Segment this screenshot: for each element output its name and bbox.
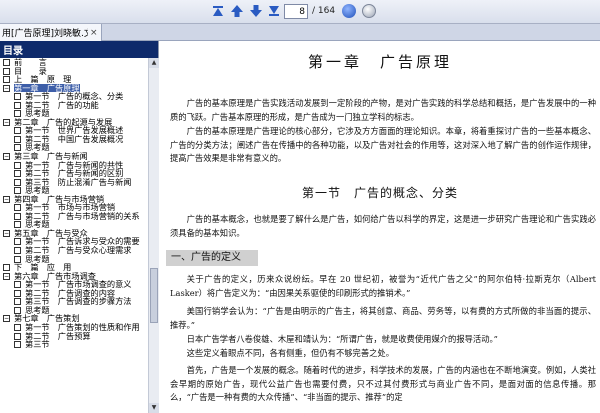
collapse-icon[interactable]: −: [3, 315, 10, 323]
bookmark-node-icon: [14, 341, 21, 349]
bookmark-node-icon: [14, 135, 21, 143]
bookmark-node-icon: [14, 178, 21, 186]
page-total: / 164: [312, 6, 336, 16]
document-tab[interactable]: 用[广告原理]刘晓敏.文... ×: [0, 24, 102, 41]
zoom-icon[interactable]: [362, 4, 376, 18]
bookmark-node-icon: [14, 238, 21, 246]
bookmark-node-icon: [14, 281, 21, 289]
collapse-icon[interactable]: −: [3, 195, 10, 203]
collapse-icon[interactable]: −: [3, 229, 10, 237]
bookmark-node-icon: [14, 247, 21, 255]
pdf-reader-window: / 164 用[广告原理]刘晓敏.文... × 目录 前 言目 录上 篇 原 理…: [0, 0, 600, 413]
last-page-icon[interactable]: [266, 3, 282, 19]
paragraph: 日本广告学者八卷俊雄、木屋和靖认为：“所谓广告，就是收费使用媒介的报导活动。”: [186, 334, 498, 344]
page-number-input[interactable]: [284, 4, 308, 19]
document-page: 第一章 广告原理 广告的基本原理是广告实践活动发展到一定阶段的产物，是对广告实践…: [160, 41, 600, 413]
bookmark-item[interactable]: 第二节 广告与市场营销的关系: [0, 212, 148, 221]
toolbar: / 164: [0, 0, 600, 24]
bookmark-node-icon: [14, 93, 21, 101]
bookmark-node-icon: [3, 67, 10, 75]
scroll-thumb[interactable]: [150, 268, 158, 323]
collapse-icon[interactable]: −: [3, 272, 10, 280]
bookmark-item[interactable]: 第三节 广告调查的步骤方法: [0, 297, 148, 306]
bookmark-node-icon: [14, 323, 21, 331]
paragraph: 美国行销学会认为：“广告是由明示的广告主，将其创意、商品、劳务等，以有费的方式所…: [170, 306, 596, 330]
collapse-icon[interactable]: −: [3, 84, 10, 92]
bookmark-node-icon: [14, 289, 21, 297]
close-icon[interactable]: ×: [90, 28, 98, 38]
bookmark-item-label: 第三节: [25, 339, 58, 350]
bookmark-node-icon: [14, 170, 21, 178]
bookmark-item[interactable]: 第二节 广告的功能: [0, 101, 148, 110]
bookmark-item[interactable]: 第二节 广告与受众心理需求: [0, 246, 148, 255]
next-page-icon[interactable]: [248, 3, 264, 19]
bookmark-node-icon: [14, 212, 21, 220]
bookmark-scrollbar[interactable]: ▲ ▼: [148, 58, 159, 413]
bookmark-node-icon: [14, 127, 21, 135]
paragraph: 广告的基本原理是广告理论的核心部分，它涉及方方面面的理论知识。本章，将着重探讨广…: [170, 126, 596, 164]
bookmark-node-icon: [14, 204, 21, 212]
bookmark-node-icon: [3, 76, 10, 84]
bookmark-panel-header: 目录: [0, 41, 158, 58]
paragraph: 首先，广告是一个发展的概念。随着时代的进步，科学技术的发展，广告的内涵也在不断地…: [170, 365, 596, 403]
bookmark-node-icon: [3, 264, 10, 272]
bookmark-item[interactable]: 第三节: [0, 340, 148, 349]
bookmark-item[interactable]: 第二节 中国广告发展概况: [0, 135, 148, 144]
goto-icon[interactable]: [342, 4, 356, 18]
paragraph: 关于广告的定义，历来众说纷纭。早在 20 世纪初，被誉为“近代广告之父”的阿尔伯…: [170, 274, 600, 298]
section-title: 第一节 广告的概念、分类: [301, 186, 458, 200]
scroll-up-icon[interactable]: ▲: [149, 58, 159, 68]
bookmark-tree: 前 言目 录上 篇 原 理 − 第一章 广告原理 第一节 广告的概念、分类 第二节 广告…: [0, 58, 148, 413]
paragraph: 广告的基本概念，也就是要了解什么是广告，如何给广告以科学的界定，这是进一步研究广…: [170, 214, 596, 238]
bookmark-node-icon: [3, 59, 10, 66]
chapter-title: 第一章 广告原理: [307, 53, 452, 71]
bookmark-panel: 目录 前 言目 录上 篇 原 理 − 第一章 广告原理 第一节 广告的概念、分类 第二节…: [0, 41, 159, 413]
document-tab-label: 用[广告原理]刘晓敏.文...: [2, 29, 88, 39]
paragraph: 这些定义着眼点不同，各有侧重，但仍有不够完善之处。: [186, 348, 395, 358]
prev-page-icon[interactable]: [229, 3, 245, 19]
subheading: 一、广告的定义: [166, 250, 258, 266]
first-page-icon[interactable]: [210, 3, 226, 19]
bookmark-item[interactable]: 第三节 防止混淆广告与新闻: [0, 178, 148, 187]
collapse-icon[interactable]: −: [3, 118, 10, 126]
bookmark-node-icon: [14, 332, 21, 340]
collapse-icon[interactable]: −: [3, 153, 10, 161]
scroll-down-icon[interactable]: ▼: [149, 403, 159, 413]
bookmark-node-icon: [14, 161, 21, 169]
tab-bar: 用[广告原理]刘晓敏.文... ×: [0, 24, 600, 41]
bookmark-item[interactable]: 第二节 广告预算: [0, 331, 148, 341]
bookmark-node-icon: [14, 101, 21, 109]
paragraph: 广告的基本原理是广告实践活动发展到一定阶段的产物，是对广告实践的科学总结和概括，…: [170, 98, 596, 122]
bookmark-node-icon: [14, 298, 21, 306]
